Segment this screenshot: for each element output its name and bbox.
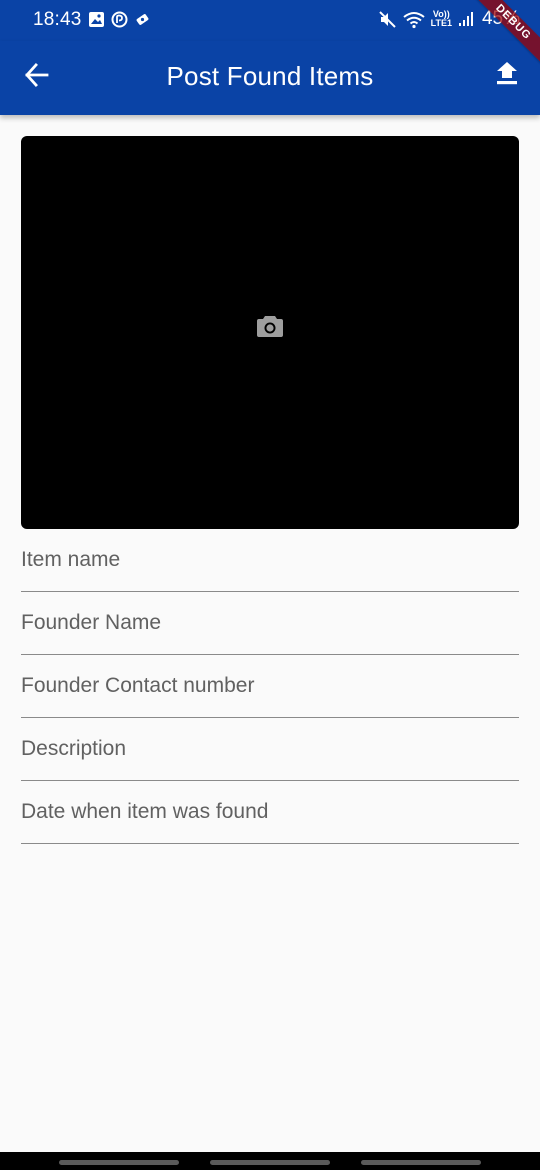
lte-indicator: Vo)) LTE1 [431,10,452,28]
founder-contact-field[interactable]: Founder Contact number [21,655,519,718]
app-notification-icon [111,11,128,28]
description-input[interactable] [21,718,519,780]
wifi-icon [403,10,425,29]
image-picker[interactable] [21,136,519,529]
description-field[interactable]: Description [21,718,519,781]
signal-icon [458,11,474,27]
founder-contact-input[interactable] [21,655,519,717]
lte-line-2: LTE1 [430,18,452,28]
mute-icon [378,10,397,29]
nav-recents-handle[interactable] [59,1160,179,1165]
page-title: Post Found Items [166,61,374,91]
status-time: 18:43 [33,9,82,30]
gallery-notification-icon [88,11,105,28]
nav-home-handle[interactable] [210,1160,330,1165]
notification-icons [88,11,151,28]
nav-back-handle[interactable] [361,1160,481,1165]
founder-name-input[interactable] [21,592,519,654]
date-found-input[interactable] [21,781,519,843]
upload-icon [495,61,519,93]
post-item-form: Item name Founder Name Founder Contact n… [21,529,519,844]
founder-name-field[interactable]: Founder Name [21,592,519,655]
system-navigation-bar [0,1152,540,1170]
data-saver-icon [134,11,151,28]
item-name-field[interactable]: Item name [21,529,519,592]
camera-icon [256,314,284,343]
app-bar: Post Found Items [0,41,540,115]
date-found-field[interactable]: Date when item was found [21,781,519,844]
upload-button[interactable] [484,54,530,100]
status-bar: 18:43 Vo)) LTE1 [0,0,540,41]
item-name-input[interactable] [21,529,519,591]
